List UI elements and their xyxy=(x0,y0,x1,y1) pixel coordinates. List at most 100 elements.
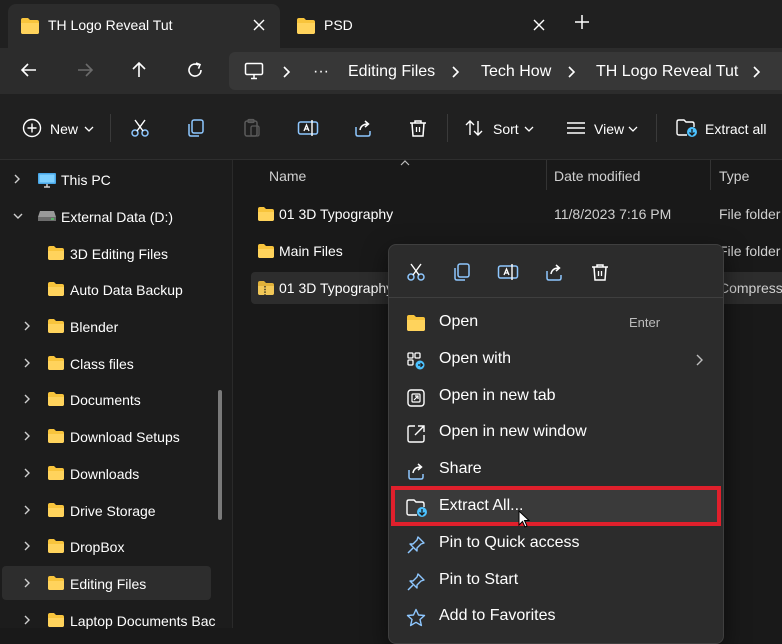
chevron-down-icon[interactable] xyxy=(12,210,24,222)
sidebar-item-label: External Data (D:) xyxy=(61,209,174,225)
menu-item-open-in-new-tab[interactable]: Open in new tab xyxy=(394,379,718,415)
folder-icon xyxy=(47,538,65,554)
tab-th-logo-reveal-tut[interactable]: TH Logo Reveal Tut xyxy=(8,4,280,48)
extract-all-button[interactable]: Extract all xyxy=(666,108,782,148)
folder-icon xyxy=(47,245,65,261)
sort-button[interactable]: Sort xyxy=(456,108,546,148)
sort-ascending-caret-icon xyxy=(400,160,410,166)
cut-icon[interactable] xyxy=(130,118,150,138)
sidebar-item-drive-storage[interactable]: Drive Storage xyxy=(2,493,211,527)
file-type: Compresse xyxy=(719,280,782,296)
chevron-right-icon[interactable] xyxy=(22,540,32,552)
zip-folder-icon xyxy=(257,280,275,296)
rename-icon[interactable] xyxy=(297,118,319,138)
delete-icon[interactable] xyxy=(590,262,610,282)
tab-label: PSD xyxy=(324,17,353,33)
file-date: 11/8/2023 7:16 PM xyxy=(554,206,672,222)
rename-icon[interactable] xyxy=(497,262,519,282)
breadcrumb-more[interactable]: ··· xyxy=(313,63,329,81)
file-name: 01 3D Typography xyxy=(279,206,394,222)
menu-item-open[interactable]: Open Enter xyxy=(394,305,718,341)
share-icon[interactable] xyxy=(544,262,564,282)
chevron-right-icon[interactable] xyxy=(22,430,32,442)
chevron-right-icon[interactable] xyxy=(22,320,32,332)
drive-icon xyxy=(37,210,57,222)
chevron-right-icon[interactable] xyxy=(22,614,32,626)
breadcrumb-editing-files[interactable]: Editing Files xyxy=(348,63,435,81)
sidebar-item-this-pc[interactable]: This PC xyxy=(2,162,211,196)
menu-item-label: Open in new window xyxy=(439,423,587,440)
chevron-right-icon[interactable] xyxy=(12,173,22,185)
sidebar-item-documents[interactable]: Documents xyxy=(2,382,211,416)
share-icon xyxy=(406,461,426,481)
breadcrumb-tech-how[interactable]: Tech How xyxy=(481,63,551,81)
sidebar-scrollbar[interactable] xyxy=(218,390,222,520)
tab-strip: TH Logo Reveal Tut PSD xyxy=(0,0,782,48)
sidebar-item-auto-data-backup[interactable]: Auto Data Backup xyxy=(2,272,211,306)
chevron-down-icon xyxy=(524,125,534,133)
view-button[interactable]: View xyxy=(558,108,648,148)
address-bar[interactable]: ··· Editing Files Tech How TH Logo Revea… xyxy=(229,52,782,90)
menu-separator xyxy=(389,297,723,298)
chevron-down-icon xyxy=(628,125,638,133)
chevron-right-icon[interactable] xyxy=(22,504,32,516)
toolbar-separator xyxy=(110,114,111,142)
menu-item-label: Add to Favorites xyxy=(439,607,556,624)
menu-item-label: Share xyxy=(439,460,482,477)
sidebar-item-label: Auto Data Backup xyxy=(70,282,183,298)
up-arrow-icon[interactable] xyxy=(130,61,148,79)
new-button[interactable]: New xyxy=(14,108,106,148)
forward-arrow-icon[interactable] xyxy=(76,61,94,79)
menu-item-label: Pin to Quick access xyxy=(439,534,580,551)
sidebar-item-downloads[interactable]: Downloads xyxy=(2,456,211,490)
new-tab-plus-icon[interactable] xyxy=(574,14,590,30)
column-divider[interactable] xyxy=(546,160,547,190)
refresh-icon[interactable] xyxy=(186,61,204,79)
copy-icon[interactable] xyxy=(186,118,206,138)
menu-item-open-with[interactable]: Open with xyxy=(394,342,718,378)
sidebar-item-laptop-documents[interactable]: Laptop Documents Bac xyxy=(2,603,216,637)
menu-item-pin-to-start[interactable]: Pin to Start xyxy=(394,563,718,599)
close-tab-icon[interactable] xyxy=(252,18,266,32)
delete-icon[interactable] xyxy=(408,118,428,138)
close-tab-icon[interactable] xyxy=(532,18,546,32)
table-row[interactable]: 01 3D Typography 11/8/2023 7:16 PM File … xyxy=(251,198,782,230)
sidebar-item-external-data[interactable]: External Data (D:) xyxy=(2,199,211,233)
back-arrow-icon[interactable] xyxy=(20,61,38,79)
column-header-type[interactable]: Type xyxy=(719,168,749,184)
sidebar-item-download-setups[interactable]: Download Setups xyxy=(2,419,211,453)
tab-psd[interactable]: PSD xyxy=(284,4,560,48)
menu-item-add-to-favorites[interactable]: Add to Favorites xyxy=(394,599,718,635)
column-divider[interactable] xyxy=(710,160,711,190)
sidebar-item-editing-files[interactable]: Editing Files xyxy=(2,566,211,600)
sidebar-item-label: Downloads xyxy=(70,466,140,482)
sort-arrows-icon xyxy=(464,118,484,138)
chevron-right-icon[interactable] xyxy=(22,467,32,479)
toolbar-separator xyxy=(447,114,448,142)
chevron-right-icon[interactable] xyxy=(22,577,32,589)
menu-item-share[interactable]: Share xyxy=(394,452,718,488)
menu-item-label: Pin to Start xyxy=(439,571,519,588)
menu-item-pin-to-quick-access[interactable]: Pin to Quick access xyxy=(394,526,718,562)
paste-icon[interactable] xyxy=(242,118,262,138)
chevron-right-icon[interactable] xyxy=(22,357,32,369)
sidebar-item-3d-editing-files[interactable]: 3D Editing Files xyxy=(2,236,211,270)
tab-label: TH Logo Reveal Tut xyxy=(48,17,173,33)
column-header-date[interactable]: Date modified xyxy=(554,168,640,184)
menu-item-label: Open xyxy=(439,313,479,330)
sidebar-item-dropbox[interactable]: DropBox xyxy=(2,529,211,563)
share-icon[interactable] xyxy=(353,118,373,138)
chevron-right-icon xyxy=(450,65,460,79)
breadcrumb-th-logo-reveal-tut[interactable]: TH Logo Reveal Tut xyxy=(596,63,738,81)
sidebar-item-label: Drive Storage xyxy=(70,503,156,519)
pin-icon xyxy=(406,535,426,555)
column-header-name[interactable]: Name xyxy=(269,168,306,184)
menu-item-open-in-new-window[interactable]: Open in new window xyxy=(394,415,718,451)
cut-icon[interactable] xyxy=(406,262,426,282)
chevron-right-icon[interactable] xyxy=(22,393,32,405)
sidebar-item-class-files[interactable]: Class files xyxy=(2,346,211,380)
file-type: File folder xyxy=(719,206,781,222)
sidebar-item-blender[interactable]: Blender xyxy=(2,309,211,343)
copy-icon[interactable] xyxy=(452,262,472,282)
folder-icon xyxy=(47,465,65,481)
